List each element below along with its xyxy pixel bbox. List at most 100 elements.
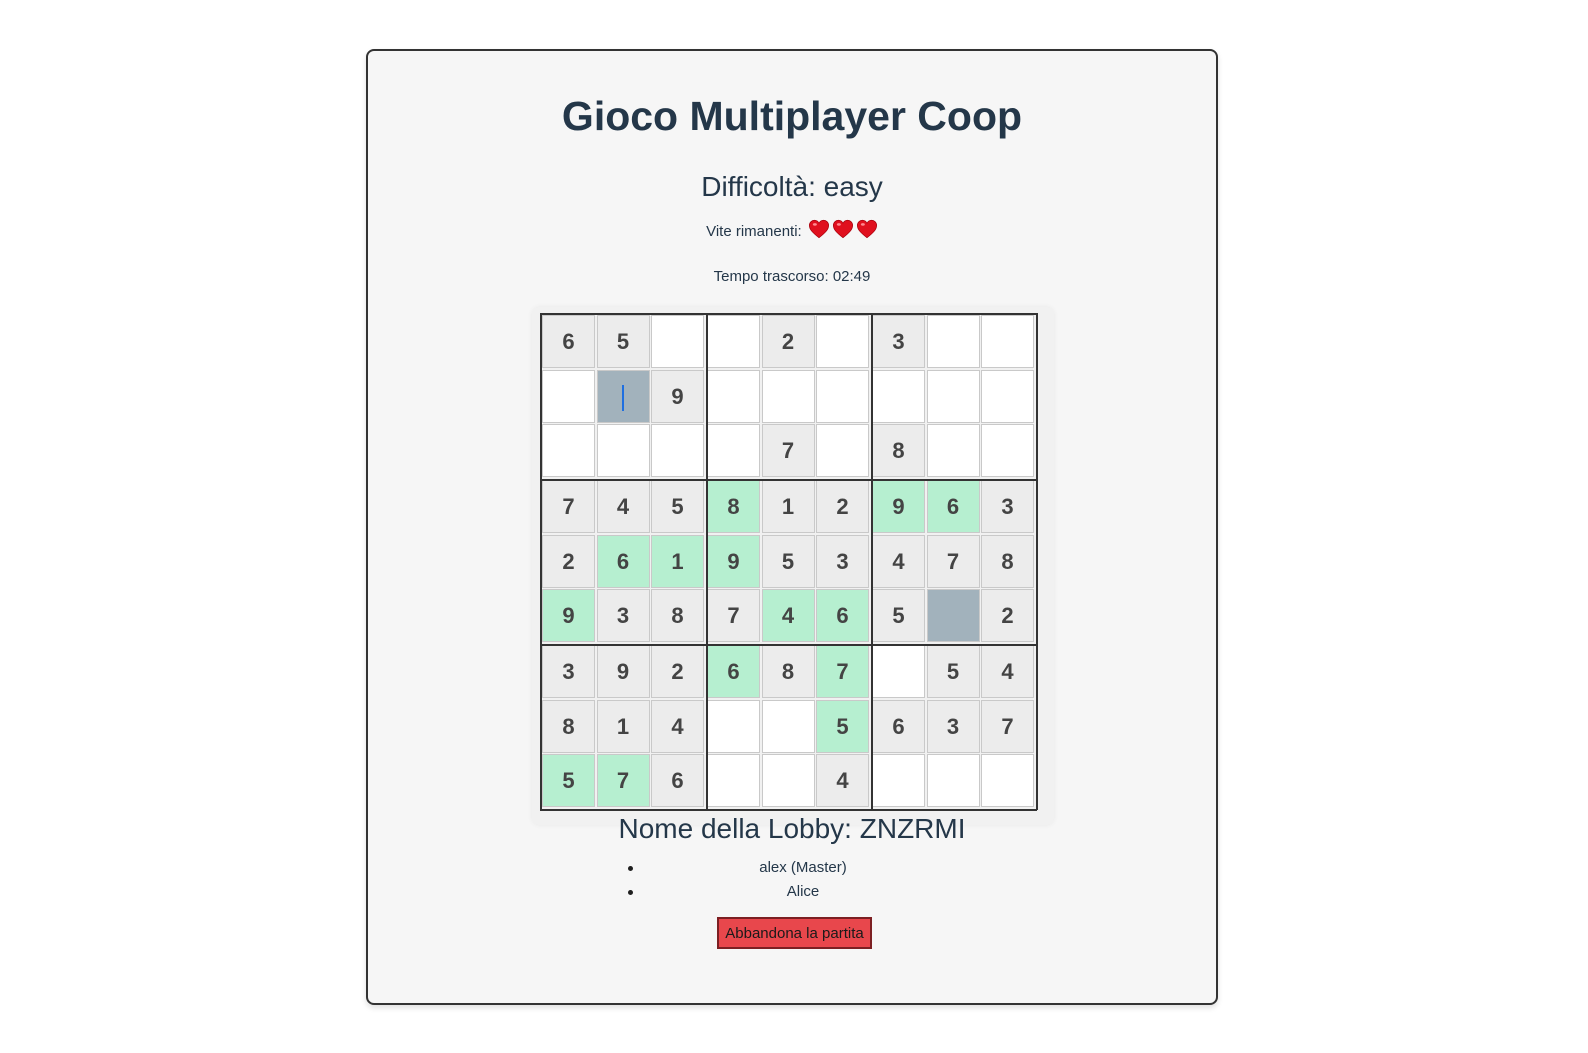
sudoku-cell[interactable]: [707, 424, 760, 477]
sudoku-cell[interactable]: [816, 369, 869, 423]
sudoku-cell[interactable]: [981, 424, 1034, 477]
cell-value: 2: [836, 494, 849, 519]
sudoku-cell[interactable]: [707, 315, 760, 368]
elapsed-timer: Tempo trascorso: 02:49: [713, 268, 871, 285]
sudoku-cell[interactable]: 3: [816, 534, 869, 588]
sudoku-cell[interactable]: [542, 424, 595, 477]
cell-value: 5: [892, 603, 905, 628]
cell-value: 6: [616, 548, 630, 574]
sudoku-cell[interactable]: 3: [981, 480, 1034, 533]
sudoku-cell[interactable]: 6: [926, 480, 980, 533]
sudoku-cell[interactable]: [596, 369, 650, 423]
quit-game-button[interactable]: Abbandona la partita: [717, 917, 872, 949]
sudoku-cell[interactable]: 7: [926, 534, 980, 588]
sudoku-cell[interactable]: 2: [761, 315, 815, 368]
sudoku-cell[interactable]: 4: [761, 589, 815, 642]
sudoku-cell[interactable]: 1: [596, 699, 650, 753]
sudoku-cell[interactable]: [707, 369, 760, 423]
sudoku-cell[interactable]: 2: [981, 589, 1034, 642]
sudoku-cell[interactable]: 3: [542, 645, 595, 698]
sudoku-cell[interactable]: 9: [872, 480, 925, 533]
heart-icon: [808, 219, 829, 239]
sudoku-cell[interactable]: 5: [872, 589, 925, 642]
sudoku-cell[interactable]: [816, 315, 869, 368]
sudoku-cell[interactable]: [872, 369, 925, 423]
sudoku-cell[interactable]: 7: [542, 480, 595, 533]
sudoku-cell[interactable]: 8: [872, 424, 925, 477]
sudoku-cell[interactable]: 2: [542, 534, 595, 588]
sudoku-cell[interactable]: 7: [816, 645, 869, 698]
cell-value: 7: [1001, 713, 1014, 739]
sudoku-cell[interactable]: [761, 699, 815, 753]
cell-value: 5: [946, 659, 960, 684]
sudoku-cell[interactable]: 1: [761, 480, 815, 533]
sudoku-cell[interactable]: 9: [596, 645, 650, 698]
sudoku-cell[interactable]: [926, 424, 980, 477]
sudoku-cell[interactable]: [596, 424, 650, 477]
sudoku-cell[interactable]: [872, 754, 925, 807]
cell-value: 9: [562, 603, 575, 628]
sudoku-cell[interactable]: 6: [816, 589, 869, 642]
sudoku-cell[interactable]: [926, 315, 980, 368]
sudoku-cell[interactable]: 6: [707, 645, 760, 698]
sudoku-cell[interactable]: [981, 754, 1034, 807]
sudoku-cell[interactable]: 6: [542, 315, 595, 368]
sudoku-cell[interactable]: 3: [596, 589, 650, 642]
sudoku-board-container: 6523978745812963261953478938746523926875…: [532, 307, 1054, 825]
cell-value: 6: [671, 768, 684, 793]
sudoku-cell[interactable]: 7: [596, 754, 650, 807]
sudoku-cell[interactable]: 7: [981, 699, 1034, 753]
sudoku-cell[interactable]: 9: [707, 534, 760, 588]
sudoku-cell[interactable]: 7: [761, 424, 815, 477]
sudoku-cell[interactable]: [981, 315, 1034, 368]
sudoku-cell[interactable]: [816, 424, 869, 477]
sudoku-cell[interactable]: 5: [651, 480, 704, 533]
sudoku-cell[interactable]: 8: [707, 480, 760, 533]
sudoku-cell[interactable]: 4: [872, 534, 925, 588]
box-divider-horizontal: [540, 808, 1037, 811]
sudoku-cell[interactable]: 4: [816, 754, 869, 807]
sudoku-cell[interactable]: 5: [596, 315, 650, 368]
sudoku-cell[interactable]: 5: [816, 699, 869, 753]
sudoku-cell[interactable]: 3: [926, 699, 980, 753]
sudoku-cell[interactable]: 8: [761, 645, 815, 698]
sudoku-cell[interactable]: [926, 369, 980, 423]
sudoku-cell[interactable]: [761, 369, 815, 423]
cell-value: 1: [616, 713, 630, 739]
sudoku-cell[interactable]: 7: [707, 589, 760, 642]
sudoku-cell[interactable]: 6: [596, 534, 650, 588]
sudoku-cell[interactable]: 6: [651, 754, 704, 807]
sudoku-cell[interactable]: 2: [651, 645, 704, 698]
sudoku-cell[interactable]: [761, 754, 815, 807]
sudoku-cell[interactable]: 9: [542, 589, 595, 642]
sudoku-cell[interactable]: 5: [926, 645, 980, 698]
sudoku-cell[interactable]: 3: [872, 315, 925, 368]
cell-value: 7: [836, 659, 849, 684]
sudoku-cell[interactable]: 8: [981, 534, 1034, 588]
sudoku-cell[interactable]: [707, 754, 760, 807]
sudoku-cell[interactable]: [872, 645, 925, 698]
cell-value: 4: [836, 768, 849, 793]
sudoku-cell[interactable]: 4: [651, 699, 704, 753]
sudoku-cell[interactable]: [651, 424, 704, 477]
sudoku-cell[interactable]: [981, 369, 1034, 423]
sudoku-cell[interactable]: 2: [816, 480, 869, 533]
sudoku-cell[interactable]: [542, 369, 595, 423]
player-list-item: alex (Master): [628, 856, 978, 880]
sudoku-cell[interactable]: 8: [651, 589, 704, 642]
cell-value: 6: [946, 494, 960, 519]
sudoku-cell[interactable]: 4: [596, 480, 650, 533]
sudoku-cell[interactable]: [651, 315, 704, 368]
sudoku-cell[interactable]: 1: [651, 534, 704, 588]
sudoku-cell[interactable]: [926, 754, 980, 807]
sudoku-cell[interactable]: [926, 589, 980, 642]
sudoku-cell[interactable]: 9: [651, 369, 704, 423]
sudoku-cell[interactable]: 8: [542, 699, 595, 753]
cell-value: 3: [562, 659, 575, 684]
sudoku-cell[interactable]: 4: [981, 645, 1034, 698]
sudoku-cell[interactable]: 5: [761, 534, 815, 588]
sudoku-cell[interactable]: 6: [872, 699, 925, 753]
sudoku-cell[interactable]: [707, 699, 760, 753]
cell-value: 8: [892, 438, 905, 463]
sudoku-cell[interactable]: 5: [542, 754, 595, 807]
